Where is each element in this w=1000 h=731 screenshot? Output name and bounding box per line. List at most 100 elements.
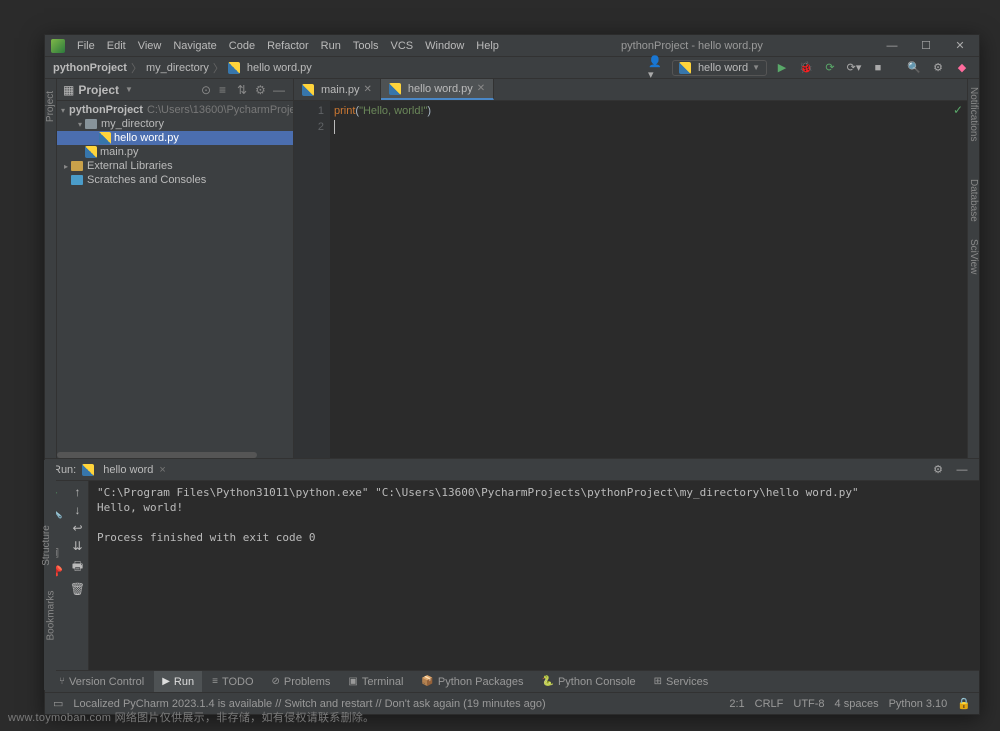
menu-file[interactable]: File — [71, 40, 101, 52]
project-panel: ▦ Project ▼ ⊙ ≡ ⇅ ⚙ — ▾ pythonProject C:… — [57, 79, 294, 458]
console-output[interactable]: "C:\Program Files\Python31011\python.exe… — [89, 481, 979, 670]
project-tree: ▾ pythonProject C:\Users\13600\PycharmPr… — [57, 101, 293, 450]
tab-label: main.py — [321, 84, 360, 96]
breadcrumb-file[interactable]: hello word.py — [247, 62, 312, 74]
python-icon — [82, 464, 94, 476]
tree-external-libs[interactable]: ▸ External Libraries — [57, 159, 293, 173]
editor-tabs: main.py ✕ hello word.py ✕ — [294, 79, 967, 101]
lock-icon[interactable]: 🔒 — [957, 697, 971, 710]
expand-all-icon[interactable]: ≡ — [219, 83, 233, 97]
bottom-tool-tabs: ⑂Version Control ▶Run ≡TODO ⊘Problems ▣T… — [45, 670, 979, 692]
hide-icon[interactable]: — — [273, 83, 287, 97]
user-icon[interactable]: 👤▾ — [648, 59, 666, 77]
gear-icon[interactable]: ⚙ — [255, 83, 269, 97]
code-editor[interactable]: 1 2 print("Hello, world!") ✓ — [294, 101, 967, 458]
line-gutter: 1 2 — [294, 101, 330, 458]
status-indent[interactable]: 4 spaces — [835, 698, 879, 710]
debug-button[interactable]: 🐞 — [797, 59, 815, 77]
menu-tools[interactable]: Tools — [347, 40, 385, 52]
down-icon[interactable]: ↓ — [75, 503, 81, 517]
menu-help[interactable]: Help — [470, 40, 505, 52]
stop-button[interactable]: ■ — [869, 59, 887, 77]
menu-view[interactable]: View — [132, 40, 168, 52]
pycharm-icon — [51, 39, 65, 53]
menu-navigate[interactable]: Navigate — [167, 40, 222, 52]
tab-main-py[interactable]: main.py ✕ — [294, 79, 381, 100]
database-tab[interactable]: Database — [968, 179, 979, 222]
scroll-icon[interactable]: ⇊ — [72, 539, 82, 553]
wrap-icon[interactable]: ↩ — [72, 521, 82, 535]
btab-python-console[interactable]: 🐍Python Console — [534, 671, 644, 692]
coverage-button[interactable]: ⟳ — [821, 59, 839, 77]
btab-todo[interactable]: ≡TODO — [204, 671, 261, 692]
horizontal-scrollbar[interactable] — [57, 450, 293, 458]
btab-version-control[interactable]: ⑂Version Control — [51, 671, 152, 692]
left-tool-stripe-lower: Structure Bookmarks — [44, 460, 56, 690]
code-keyword: print — [334, 105, 355, 117]
more-run-icon[interactable]: ⟳▾ — [845, 59, 863, 77]
menu-run[interactable]: Run — [315, 40, 347, 52]
breadcrumb: pythonProject 〉 my_directory 〉 hello wor… — [53, 60, 648, 76]
breadcrumb-root[interactable]: pythonProject — [53, 62, 127, 74]
run-settings-icon[interactable]: ⚙ — [929, 461, 947, 479]
btab-services[interactable]: ⊞Services — [646, 671, 717, 692]
notifications-tab[interactable]: Notifications — [968, 87, 979, 141]
sciview-tab[interactable]: SciView — [968, 239, 979, 274]
status-position[interactable]: 2:1 — [729, 698, 744, 710]
bookmarks-tab[interactable]: Bookmarks — [46, 590, 57, 640]
status-message[interactable]: Localized PyCharm 2023.1.4 is available … — [73, 698, 545, 710]
project-view-icon: ▦ — [63, 83, 74, 97]
breadcrumb-dir[interactable]: my_directory — [146, 62, 209, 74]
navbar: pythonProject 〉 my_directory 〉 hello wor… — [45, 57, 979, 79]
menu-vcs[interactable]: VCS — [385, 40, 420, 52]
maximize-button[interactable]: ☐ — [913, 36, 939, 56]
line-number: 2 — [294, 119, 324, 135]
tree-root[interactable]: ▾ pythonProject C:\Users\13600\PycharmPr… — [57, 103, 293, 117]
run-hide-icon[interactable]: — — [953, 461, 971, 479]
btab-problems[interactable]: ⊘Problems — [264, 671, 339, 692]
code-paren: ) — [427, 105, 431, 117]
minimize-button[interactable]: — — [879, 36, 905, 56]
close-button[interactable]: ✕ — [947, 36, 973, 56]
tree-file-selected[interactable]: hello word.py — [57, 131, 293, 145]
ai-icon[interactable]: ◆ — [953, 59, 971, 77]
run-config-dropdown[interactable]: hello word ▼ — [672, 60, 767, 76]
menu-edit[interactable]: Edit — [101, 40, 132, 52]
settings-icon[interactable]: ⚙ — [929, 59, 947, 77]
trash-icon[interactable]: 🗑 — [70, 582, 85, 596]
status-eol[interactable]: CRLF — [755, 698, 784, 710]
menu-refactor[interactable]: Refactor — [261, 40, 315, 52]
run-button[interactable]: ▶ — [773, 59, 791, 77]
close-icon[interactable]: ✕ — [477, 83, 485, 94]
run-config-name: hello word — [103, 464, 153, 476]
python-file-icon — [228, 62, 240, 74]
status-encoding[interactable]: UTF-8 — [793, 698, 824, 710]
btab-run[interactable]: ▶Run — [154, 671, 202, 692]
menu-code[interactable]: Code — [223, 40, 261, 52]
project-tool-tab[interactable]: Project — [45, 91, 56, 122]
code-content[interactable]: print("Hello, world!") — [330, 101, 967, 458]
python-file-icon — [99, 132, 111, 144]
up-icon[interactable]: ↑ — [75, 485, 81, 499]
run-title: Run: — [53, 464, 76, 476]
menu-window[interactable]: Window — [419, 40, 470, 52]
tree-root-label: pythonProject — [69, 104, 143, 116]
ide-window: File Edit View Navigate Code Refactor Ru… — [44, 34, 980, 715]
search-icon[interactable]: 🔍 — [905, 59, 923, 77]
btab-python-packages[interactable]: 📦Python Packages — [413, 671, 531, 692]
structure-tab[interactable]: Structure — [41, 525, 52, 566]
run-config-label: hello word — [698, 62, 748, 74]
print-icon[interactable]: 🖶 — [72, 557, 83, 578]
close-icon[interactable]: ✕ — [364, 84, 372, 95]
select-opened-icon[interactable]: ⊙ — [201, 83, 215, 97]
tab-hello-word-py[interactable]: hello word.py ✕ — [381, 79, 494, 100]
tree-dir[interactable]: ▾ my_directory — [57, 117, 293, 131]
inspection-ok-icon[interactable]: ✓ — [953, 103, 963, 117]
btab-terminal[interactable]: ▣Terminal — [340, 671, 411, 692]
tree-file-main[interactable]: main.py — [57, 145, 293, 159]
collapse-all-icon[interactable]: ⇅ — [237, 83, 251, 97]
status-python[interactable]: Python 3.10 — [889, 698, 948, 710]
editor-area: main.py ✕ hello word.py ✕ 1 2 print("Hel… — [294, 79, 967, 458]
tree-scratches[interactable]: Scratches and Consoles — [57, 173, 293, 187]
watermark-text: www.toymoban.com 网络图片仅供展示，非存储，如有侵权请联系删除。 — [8, 709, 374, 725]
